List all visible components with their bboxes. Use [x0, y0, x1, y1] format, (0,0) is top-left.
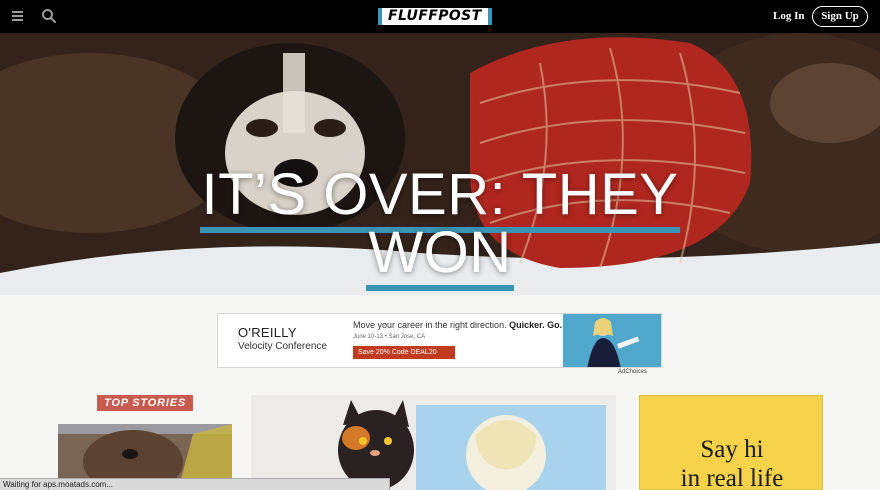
ad-cta-button[interactable]: Save 20% Code DEAL20 [353, 346, 455, 359]
ad-tagline-bold: Quicker. Go. [509, 320, 563, 330]
side-ad[interactable]: Say hi in real life [639, 395, 823, 490]
featured-story-image [251, 395, 616, 490]
ad-photo [563, 314, 661, 367]
hamburger-icon[interactable] [12, 11, 23, 22]
browser-status-bar: Waiting for aps.moatads.com... [0, 478, 390, 490]
ad-tagline: Move your career in the right direction.… [353, 320, 562, 330]
search-icon[interactable] [41, 8, 57, 24]
side-ad-text: Say hi in real life [640, 435, 824, 490]
side-ad-line-2: in real life [680, 465, 784, 490]
hero-headline[interactable]: IT’S OVER: THEY WON [0, 162, 880, 291]
top-stories-label: TOP STORIES [97, 395, 193, 411]
headline-line-2: WON [366, 220, 514, 291]
signup-button[interactable]: Sign Up [812, 6, 868, 27]
site-logo[interactable]: FLUFFPOST [378, 8, 492, 25]
ad-dates: June 10-13 • San Jose, CA [353, 334, 426, 340]
ad-subtitle: Velocity Conference [238, 341, 327, 352]
ad-brand: O'REILLY [238, 325, 297, 340]
top-nav: FLUFFPOST Log In Sign Up [0, 0, 880, 33]
hero-story[interactable]: IT’S OVER: THEY WON [0, 33, 880, 295]
ad-tagline-text: Move your career in the right direction. [353, 320, 507, 330]
ad-banner[interactable]: O'REILLY Velocity Conference Move your c… [217, 313, 662, 368]
story-thumbnail-featured[interactable] [251, 395, 616, 490]
side-ad-line-1: Say hi [700, 436, 764, 463]
login-link[interactable]: Log In [773, 10, 805, 22]
adchoices-link[interactable]: AdChoices [618, 369, 647, 375]
